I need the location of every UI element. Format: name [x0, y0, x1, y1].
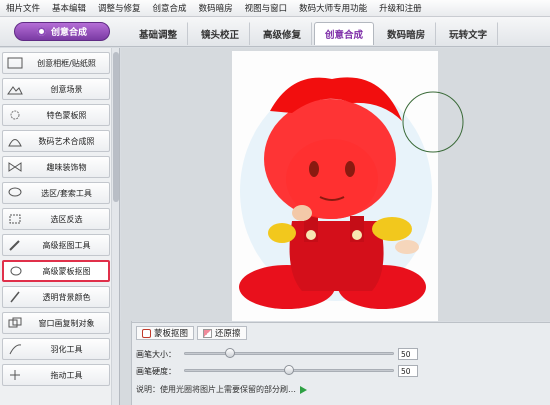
hint-text-row: 说明：使用光圈将图片上需要保留的部分刷…: [136, 384, 307, 395]
menu-item[interactable]: 数码大师专用功能: [293, 2, 373, 14]
menu-item[interactable]: 调整与修复: [92, 2, 147, 14]
brush-size-row: 画笔大小：: [136, 347, 176, 361]
sidebar-item-label: 羽化工具: [50, 344, 83, 354]
invert-selection-icon: [6, 212, 24, 226]
restore-eraser-tab[interactable]: 还原擦: [197, 326, 247, 340]
tab-5[interactable]: 数码暗房: [376, 22, 437, 45]
brush-hardness-row: 画笔硬度：: [136, 364, 176, 378]
sidebar-item-12[interactable]: 羽化工具: [2, 338, 110, 360]
brush-cursor: [402, 91, 464, 153]
canvas-area: [121, 48, 550, 321]
sidebar-item-label: 高级抠图工具: [42, 240, 91, 250]
panel-tabs: 蒙板抠图 还原擦: [136, 326, 250, 342]
sidebar-item-label: 选区/套索工具: [41, 188, 92, 198]
art-icon: [6, 134, 24, 148]
menu-item[interactable]: 数码暗房: [193, 2, 239, 14]
sidebar-item-3[interactable]: 特色蒙板照: [2, 104, 110, 126]
flower-mask-icon: [6, 108, 24, 122]
category-tabs: 基础调整 镜头校正 高级修复 创意合成 数码暗房 玩转文字: [128, 22, 500, 47]
brush-icon: [6, 290, 24, 304]
creative-mode-button[interactable]: 创意合成: [14, 22, 110, 41]
menu-item[interactable]: 视图与窗口: [239, 2, 294, 14]
sidebar-item-label: 数码艺术合成照: [38, 136, 95, 146]
sidebar-item-7[interactable]: 选区反选: [2, 208, 110, 230]
sidebar-item-5[interactable]: 趣味装饰物: [2, 156, 110, 178]
menu-item[interactable]: 升级和注册: [373, 2, 428, 14]
cutout-icon: [6, 238, 24, 252]
sidebar-item-13[interactable]: 拖动工具: [2, 364, 110, 386]
move-icon: [6, 368, 24, 382]
menu-bar: 相片文件 基本编辑 调整与修复 创意合成 数码暗房 视图与窗口 数码大师专用功能 升级和注册: [0, 0, 550, 17]
toolbar: 创意合成 基础调整 镜头校正 高级修复 创意合成 数码暗房 玩转文字: [0, 17, 550, 47]
mode-button-label: 创意合成: [50, 28, 87, 38]
sidebar-item-1[interactable]: 创意相框/贴纸照: [2, 52, 110, 74]
menu-item[interactable]: 相片文件: [0, 2, 46, 14]
mask-cutout-icon: [7, 264, 25, 278]
lasso-icon: [6, 186, 24, 200]
feather-icon: [6, 342, 24, 356]
tool-sidebar: 创意相框/贴纸照 创意场景特色蒙板照数码艺术合成照 趣味装饰物选区/套索工具 选区反选…: [0, 48, 120, 405]
brush-size-input[interactable]: 50: [398, 348, 418, 360]
copy-object-icon: [6, 316, 24, 330]
sidebar-scroll-thumb[interactable]: [113, 52, 119, 202]
brush-hardness-label: 画笔硬度：: [136, 366, 176, 376]
sidebar-item-4[interactable]: 数码艺术合成照: [2, 130, 110, 152]
brush-hardness-input[interactable]: 50: [398, 365, 418, 377]
play-icon[interactable]: [300, 385, 307, 394]
sidebar-item-8[interactable]: 高级抠图工具: [2, 234, 110, 256]
sidebar-item-label: 拖动工具: [50, 370, 83, 380]
mask-cutout-tab-label: 蒙板抠图: [154, 329, 189, 339]
tab-2[interactable]: 镜头校正: [190, 22, 251, 45]
sidebar-item-2[interactable]: 创意场景: [2, 78, 110, 100]
sidebar-item-label: 透明背景颜色: [42, 292, 91, 302]
sidebar-item-11[interactable]: 窗口画复制对象: [2, 312, 110, 334]
scene-icon: [6, 82, 24, 96]
frame-icon: [6, 56, 24, 70]
mask-options-panel: 蒙板抠图 还原擦 画笔大小： 50 画笔硬度： 50 说明：使用光圈将图片上需要…: [132, 322, 550, 405]
sidebar-item-label: 选区反选: [50, 214, 83, 224]
tab-1[interactable]: 基础调整: [128, 22, 189, 45]
menu-item[interactable]: 创意合成: [147, 2, 193, 14]
sidebar-item-10[interactable]: 透明背景颜色: [2, 286, 110, 308]
tab-3[interactable]: 高级修复: [252, 22, 313, 45]
mode-icon: [36, 27, 46, 36]
sidebar-item-label: 特色蒙板照: [46, 110, 87, 120]
brush-hardness-knob[interactable]: [284, 365, 294, 375]
mask-cutout-tab[interactable]: 蒙板抠图: [136, 326, 195, 340]
sidebar-scrollbar[interactable]: [111, 48, 119, 405]
sidebar-item-label: 创意场景: [50, 84, 83, 94]
eraser-icon: [203, 328, 213, 338]
sidebar-item-label: 窗口画复制对象: [38, 318, 95, 328]
sidebar-item-9[interactable]: 高级蒙板抠图: [2, 260, 110, 282]
sidebar-item-6[interactable]: 选区/套索工具: [2, 182, 110, 204]
panel-side-strip: [120, 321, 132, 405]
hint-text: 说明：使用光圈将图片上需要保留的部分刷…: [136, 385, 296, 394]
mask-icon: [142, 328, 151, 338]
sidebar-item-label: 高级蒙板抠图: [42, 266, 91, 276]
menu-item[interactable]: 基本编辑: [46, 2, 92, 14]
bow-icon: [6, 160, 24, 174]
brush-size-label: 画笔大小：: [136, 349, 176, 359]
brush-size-knob[interactable]: [225, 348, 236, 358]
sidebar-item-label: 趣味装饰物: [46, 162, 87, 172]
brush-size-slider[interactable]: [184, 352, 394, 355]
restore-eraser-tab-label: 还原擦: [215, 329, 241, 339]
tab-4[interactable]: 创意合成: [314, 22, 375, 45]
sidebar-item-label: 创意相框/贴纸照: [37, 58, 96, 68]
tab-6[interactable]: 玩转文字: [438, 22, 499, 45]
